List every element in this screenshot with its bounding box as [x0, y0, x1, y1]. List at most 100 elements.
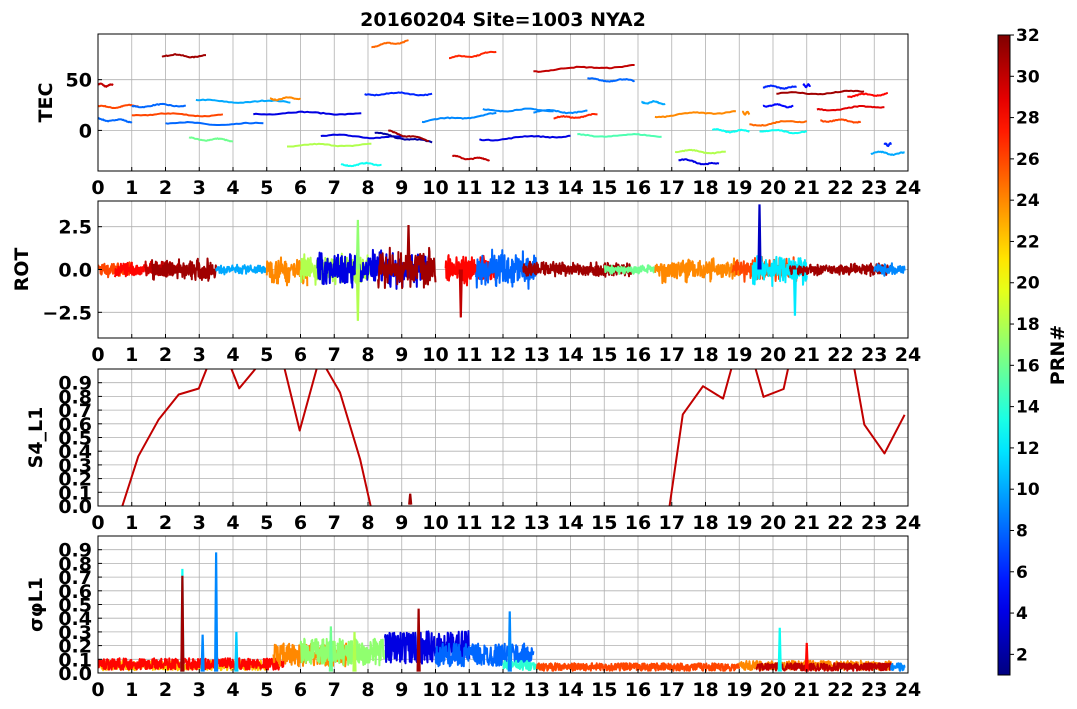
x-tick-label: 15: [591, 177, 617, 199]
y-tick-label: 2.5: [58, 217, 92, 239]
x-tick-label: 23: [861, 177, 887, 199]
colorbar-tick-label: 12: [1016, 439, 1040, 459]
spike-prn-28: [804, 642, 809, 672]
x-tick-label: 12: [490, 344, 516, 366]
spike-prn-9: [507, 611, 512, 672]
spike-prn-16: [328, 626, 333, 672]
panel-4: 0 1 2 3 4 5 6 7 8 9 10 11 12 13 14 15 16 17 18 19 20 21 22 23 24…: [25, 535, 921, 701]
series-line-prn-24: [269, 96, 301, 102]
spike-prn-18: [355, 269, 360, 321]
x-tick-label: 20: [760, 679, 786, 701]
x-tick-label: 18: [692, 512, 718, 534]
colorbar-gradient: [997, 34, 1011, 676]
y-axis-label: S4_L1: [25, 407, 47, 469]
x-tick-label: 6: [294, 512, 307, 534]
x-tick-label: 15: [591, 344, 617, 366]
colorbar-tick-label: 20: [1016, 274, 1040, 294]
x-tick-label: 9: [395, 344, 408, 366]
panel-2: 0 1 2 3 4 5 6 7 8 9 10 11 12 13 14 15 16 17 18 19 20 21 22 23 24…: [11, 200, 921, 366]
spike-prn-3: [757, 204, 762, 270]
y-tick-label: 0.9: [58, 373, 92, 395]
series-line-prn-4: [678, 158, 720, 166]
series-line-prn-30: [451, 154, 491, 162]
y-axis-label: ROT: [11, 248, 33, 292]
spike-prn-9: [200, 634, 205, 672]
x-tick-label: 1: [125, 344, 138, 366]
series-line-prn-4: [253, 110, 362, 116]
x-tick-label: 10: [422, 512, 448, 534]
spike-prn-30: [458, 269, 463, 318]
series-line-prn-30: [755, 662, 892, 672]
y-tick-label: 0: [79, 120, 92, 142]
colorbar-tick-label: 14: [1016, 398, 1040, 418]
x-tick-label: 18: [692, 344, 718, 366]
series-line-prn-5: [802, 83, 812, 89]
spike-prn-31: [408, 493, 413, 505]
x-tick-label: 23: [861, 512, 887, 534]
x-axis: 0 1 2 3 4 5 6 7 8 9 10 11 12 13 14 15 16 17 18 19 20 21 22 23 24: [91, 334, 921, 366]
series-line-prn-10: [870, 150, 905, 156]
spike-prn-31: [180, 575, 185, 672]
x-tick-label: 5: [260, 512, 273, 534]
spike-prn-9: [214, 552, 219, 672]
x-tick-label: 3: [193, 344, 206, 366]
series-line-prn-4: [479, 134, 571, 142]
series-line-prn-5: [762, 103, 794, 109]
x-tick-label: 3: [193, 512, 206, 534]
series-line-prn-25: [749, 120, 807, 127]
data-layer: [98, 39, 905, 168]
x-tick-label: 10: [422, 679, 448, 701]
x-tick-label: 3: [193, 679, 206, 701]
x-tick-label: 4: [226, 512, 239, 534]
x-tick-label: 2: [159, 177, 172, 199]
colorbar-tick-label: 2: [1016, 645, 1028, 665]
x-tick-label: 19: [726, 177, 752, 199]
series-line-prn-10: [641, 100, 666, 106]
x-tick-label: 1: [125, 679, 138, 701]
x-tick-label: 2: [159, 344, 172, 366]
x-tick-label: 13: [524, 344, 550, 366]
series-line-prn-24: [654, 110, 736, 119]
x-tick-label: 14: [557, 679, 583, 701]
series-line-prn-9: [890, 662, 906, 672]
y-axis: 0 50: [66, 70, 102, 142]
panel-1: 0 1 2 3 4 5 6 7 8 9 10 11 12 13 14 15 16 17 18 19 20 21 22 23 24…: [35, 33, 921, 199]
x-tick-label: 15: [591, 679, 617, 701]
x-tick-label: 16: [625, 679, 651, 701]
series-line-prn-16: [188, 136, 234, 143]
figure: 20160204 Site=1003 NYA2 0 1 2 3 4 5 6 7 8 9 10 11 12…: [11, 9, 1069, 701]
series-line-prn-9: [533, 109, 588, 115]
series-line-prn-8: [131, 102, 186, 109]
x-tick-label: 14: [557, 177, 583, 199]
x-tick-label: 13: [524, 177, 550, 199]
x-tick-label: 11: [456, 512, 482, 534]
colorbar-tick-label: 30: [1016, 67, 1040, 87]
x-tick-label: 7: [328, 177, 341, 199]
x-tick-label: 12: [490, 177, 516, 199]
x-tick-label: 11: [456, 679, 482, 701]
colorbar-tick-label: 16: [1016, 356, 1040, 376]
x-tick-label: 10: [422, 177, 448, 199]
colorbar-tick-label: 10: [1016, 480, 1040, 500]
spike-prn-12: [792, 269, 798, 316]
x-tick-label: 2: [159, 679, 172, 701]
series-line-prn-13: [340, 161, 382, 168]
x-tick-label: 11: [456, 177, 482, 199]
series-line-prn-8: [98, 117, 133, 124]
series-line-prn-31: [776, 89, 865, 96]
x-tick-label: 21: [794, 177, 820, 199]
x-tick-label: 4: [226, 344, 239, 366]
x-tick-label: 9: [395, 679, 408, 701]
series-line-prn-25: [371, 39, 409, 49]
data-layer: [98, 204, 906, 321]
spike-prn-13: [777, 627, 782, 672]
spike-prn-31: [416, 608, 421, 672]
x-tick-label: 16: [625, 177, 651, 199]
x-tick-label: 0: [91, 679, 104, 701]
x-tick-label: 0: [91, 512, 104, 534]
x-tick-label: 12: [490, 512, 516, 534]
x-tick-label: 17: [659, 512, 685, 534]
series-line-prn-27: [553, 113, 598, 120]
series-line-prn-24: [654, 257, 741, 285]
series-line-prn-9: [421, 111, 497, 124]
